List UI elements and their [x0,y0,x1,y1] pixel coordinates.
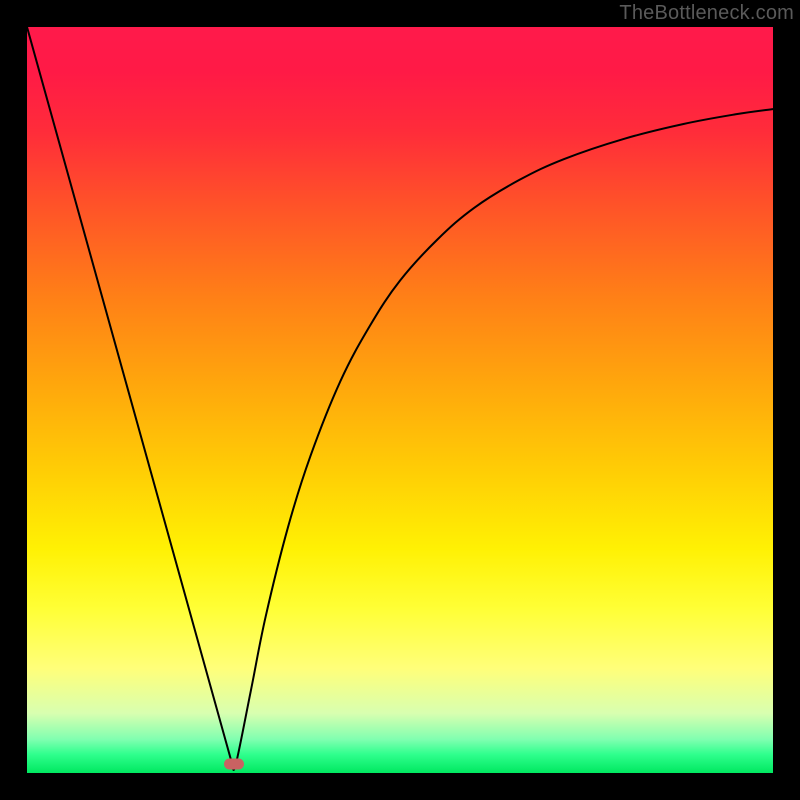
watermark-text: TheBottleneck.com [619,2,794,25]
chart-plot [27,27,773,773]
chart-frame [27,27,773,773]
min-marker [224,759,244,770]
chart-background [27,27,773,773]
